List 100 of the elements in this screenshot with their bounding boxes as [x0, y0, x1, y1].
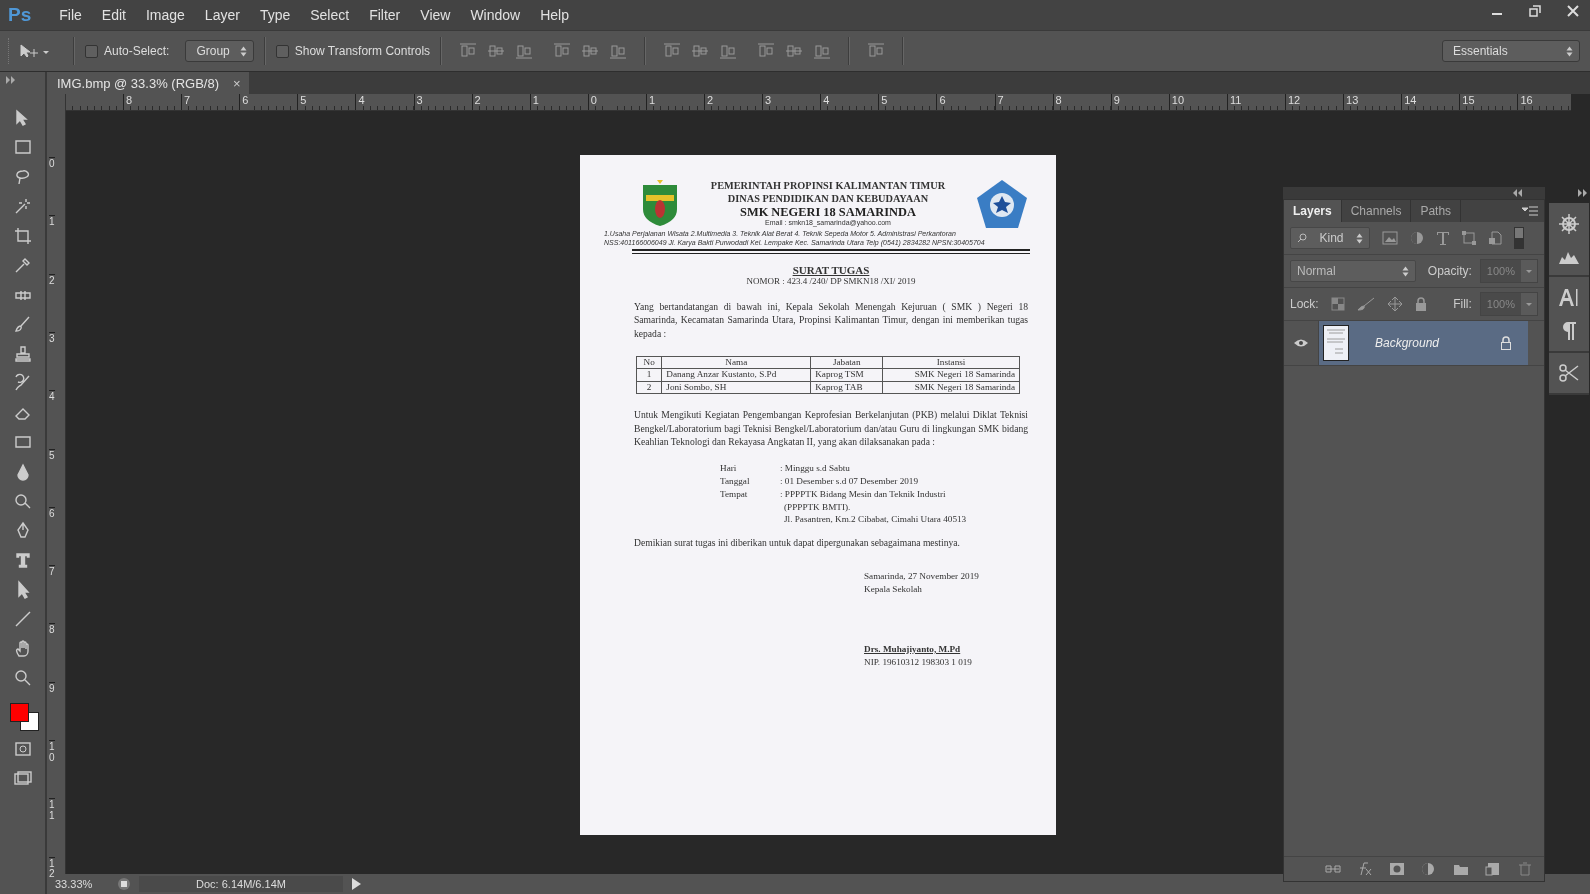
search-icon: [1297, 233, 1307, 243]
table-cell: Joni Sombo, SH: [661, 381, 811, 394]
detail-label: Tempat: [720, 487, 749, 501]
detail-label: Hari: [720, 462, 738, 476]
ruler-label: 6: [936, 94, 946, 110]
table-header: Nama: [661, 356, 811, 369]
menu-item[interactable]: View: [410, 7, 461, 23]
menu-item[interactable]: Filter: [359, 7, 411, 23]
blend-mode-dropdown[interactable]: Normal: [1290, 260, 1416, 282]
close-icon[interactable]: [1567, 5, 1579, 17]
letterhead-title: DINAS PENDIDIKAN DAN KEBUDAYAAN: [727, 192, 929, 205]
letter-paragraph: Demikian surat tugas ini diberikan untuk dapat dipergunakan sebagaimana mestinya.: [634, 536, 961, 550]
workspace-dropdown[interactable]: Essentials: [1442, 40, 1580, 62]
signer-nip: NIP. 19610312 198303 1 019: [864, 655, 973, 669]
link-icon[interactable]: [1325, 862, 1341, 876]
mask-icon[interactable]: [1389, 862, 1405, 876]
table-cell: Kaprog TAB: [810, 381, 883, 394]
panel-tab[interactable]: Paths: [1411, 200, 1462, 222]
ruler-label: 4: [820, 94, 830, 110]
show-transform-checkbox[interactable]: Show Transform Controls: [275, 44, 431, 58]
table-cell: SMK Negeri 18 Samarinda: [882, 368, 1020, 382]
trash-icon[interactable]: [1517, 862, 1533, 876]
smart-object-filter-icon[interactable]: [1488, 231, 1502, 245]
ruler-label: 5: [297, 94, 307, 110]
ruler-label: 5: [878, 94, 888, 110]
collapse-icon[interactable]: [1513, 189, 1523, 197]
folder-icon[interactable]: [1453, 862, 1469, 876]
collapse-icon[interactable]: [6, 76, 16, 84]
ruler-label: 14: [1401, 94, 1417, 110]
character-icon[interactable]: [1558, 287, 1580, 307]
ruler-label: 1: [49, 215, 55, 228]
menu-item[interactable]: Image: [135, 7, 195, 23]
brush-icon[interactable]: [1356, 297, 1375, 311]
menu-item[interactable]: File: [49, 7, 92, 23]
fx-icon[interactable]: [1357, 862, 1373, 876]
document-icon[interactable]: [117, 877, 131, 891]
ruler-label: 8: [123, 94, 133, 110]
ruler-label: 7: [181, 94, 191, 110]
ruler-label: 10: [49, 740, 55, 763]
shape-filter-icon[interactable]: [1462, 231, 1476, 245]
menu-item[interactable]: Edit: [91, 7, 136, 23]
ruler-label: 0: [49, 157, 55, 170]
auto-select-checkbox[interactable]: Auto-Select:: [85, 44, 170, 58]
close-tab-button[interactable]: ×: [233, 75, 241, 91]
panel-tab[interactable]: Layers: [1284, 200, 1342, 222]
letterhead-title: SMK NEGERI 18 SAMARINDA: [740, 205, 916, 219]
detail-value: : 01 Desember s.d 07 Desember 2019: [780, 475, 919, 488]
lock-transparency-icon[interactable]: [1330, 297, 1345, 311]
detail-value: (PPPPTK BMTI).: [783, 500, 852, 514]
stepper-arrows-icon: [1566, 45, 1573, 57]
expand-icon[interactable]: [1578, 189, 1588, 197]
adjustment-filter-icon[interactable]: [1410, 231, 1424, 245]
play-arrow-icon[interactable]: [351, 878, 361, 890]
ruler-label: 4: [49, 390, 55, 403]
move-arrows-icon[interactable]: [1386, 296, 1403, 312]
ruler-label: 4: [355, 94, 365, 110]
ruler-label: 3: [49, 331, 55, 345]
new-layer-icon[interactable]: [1485, 862, 1501, 876]
scissors-icon[interactable]: [1558, 363, 1580, 383]
menu-item[interactable]: Type: [249, 7, 301, 23]
restore-icon[interactable]: [1529, 5, 1541, 17]
ruler-label: 15: [1459, 94, 1475, 110]
letter-paragraph: Untuk Mengikuti Kegiatan Pengembangan Keprofesian Berkelanjutan (PKB) melalui Diklat Teknisi Bengkel/Laboratorium bagi Teknisi Bengkel/Laboratorium dan/atau Guru di lingkungan SMK bidang Keahlian Teknologi dan Rekayasa Angkatan II, yang akan dilaksanakan pada :: [634, 408, 1028, 449]
document-tab[interactable]: IMG.bmp @ 33.3% (RGB/8) ×: [47, 72, 249, 94]
ruler-label: 10: [1168, 94, 1185, 110]
filter-toggle-icon[interactable]: [1514, 227, 1524, 249]
letter-paragraph: Yang bertandatangan di bawah ini, Kepala Sekolah Menengah Kejuruan ( SMK ) Negeri 18 Samarinda, Kecamatan Samarinda Utara, Propinsi Kalimantan Timur, dengan ini memberikan tugas kepada :: [634, 300, 1028, 340]
table-header: No: [636, 356, 662, 369]
panel-menu-icon[interactable]: [1522, 206, 1538, 216]
ruler-label: 6: [239, 94, 249, 110]
table-cell: 1: [636, 368, 662, 382]
lock-label: Lock:: [1290, 297, 1319, 311]
image-filter-icon[interactable]: [1382, 231, 1398, 245]
layer-row[interactable]: Background: [1319, 321, 1528, 365]
detail-label: Tanggal: [720, 475, 751, 488]
ruler-label: 3: [762, 94, 772, 110]
lock-icon[interactable]: [1414, 297, 1427, 311]
filter-dropdown[interactable]: Kind: [1290, 227, 1370, 249]
type-filter-icon[interactable]: [1436, 231, 1450, 245]
signer-position: Kepala Sekolah: [864, 582, 923, 596]
menu-item[interactable]: Layer: [194, 7, 250, 23]
menu-item[interactable]: Window: [460, 7, 531, 23]
panel-tab[interactable]: Channels: [1341, 200, 1412, 222]
adjustment-icon[interactable]: [1421, 862, 1437, 876]
menu-item[interactable]: Help: [530, 7, 579, 23]
table-cell: Danang Anzar Kustanto, S.Pd: [661, 368, 811, 382]
ruler-label: 7: [994, 94, 1004, 110]
ruler-label: 2: [471, 94, 481, 110]
ruler-label: 6: [49, 506, 55, 520]
paragraph-icon[interactable]: [1561, 321, 1577, 341]
ruler-label: 16: [1517, 94, 1533, 110]
ruler-label: 2: [49, 273, 55, 287]
ship-wheel-icon[interactable]: [1558, 213, 1580, 235]
menu-item[interactable]: Select: [300, 7, 360, 23]
stepper-arrows-icon: [239, 45, 247, 57]
letterhead-title: PEMERINTAH PROPINSI KALIMANTAN TIMUR: [710, 179, 946, 192]
app-logo: Ps: [7, 4, 33, 26]
target-dropdown[interactable]: Group: [185, 40, 254, 62]
zoom-level: 33.33%: [54, 878, 94, 890]
ruler-label: 12: [1285, 94, 1301, 110]
